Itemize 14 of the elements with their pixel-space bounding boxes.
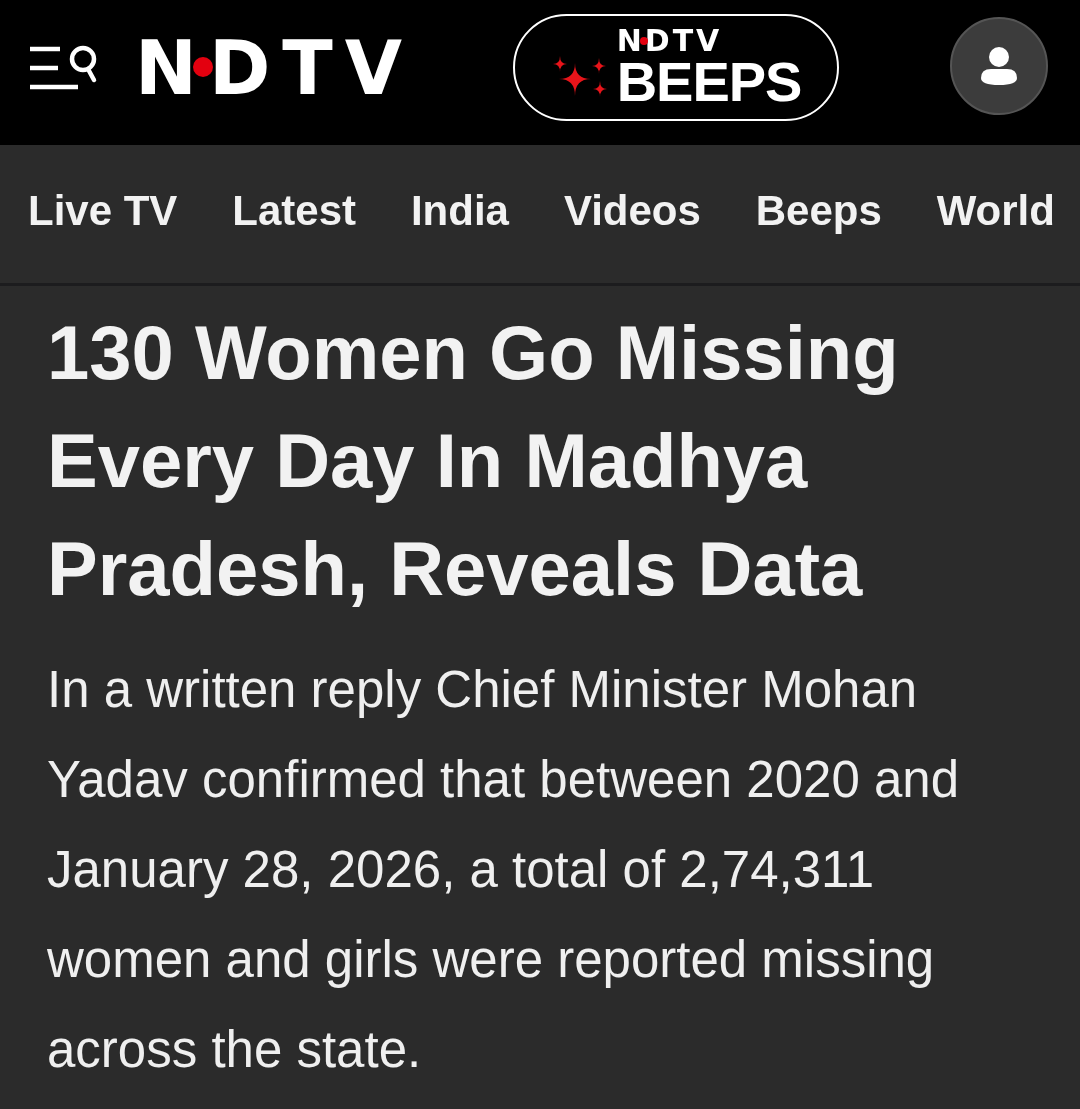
nav-link[interactable]: Videos: [563, 186, 701, 236]
dot-icon: [639, 36, 648, 45]
person-icon: [981, 46, 1017, 85]
ndtv-logo[interactable]: NDTV: [135, 30, 415, 105]
nav-link[interactable]: India: [410, 186, 509, 236]
nav-link[interactable]: Beeps: [755, 186, 882, 236]
beeps-button[interactable]: NDTV BEEPS: [512, 14, 840, 121]
article-headline[interactable]: 130 Women Go Missing Every Day In Madhya Pradesh, Reveals Data: [47, 299, 1007, 623]
menu-search-icon[interactable]: [30, 44, 98, 91]
nav-link[interactable]: World: [936, 186, 1055, 236]
article-summary: In a written reply Chief Minister Mohan Yadav confirmed that between 2020 and January 28, 2026, a total of 2,74,311 women and girls were reported missing across the state.: [47, 660, 961, 1080]
nav-link[interactable]: Live TV: [28, 186, 178, 236]
nav-link[interactable]: Latest: [232, 186, 356, 236]
dot-icon: [193, 56, 213, 77]
